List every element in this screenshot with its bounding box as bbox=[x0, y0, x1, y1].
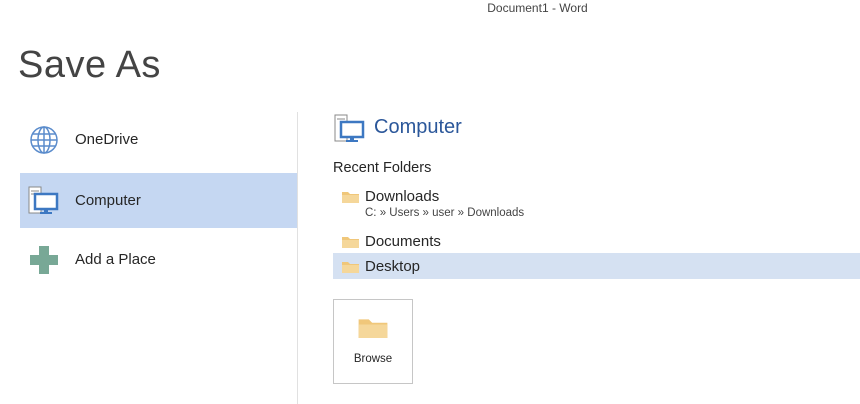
folder-icon bbox=[342, 236, 359, 248]
computer-icon bbox=[24, 181, 64, 221]
divider bbox=[297, 112, 298, 404]
globe-icon bbox=[24, 120, 64, 160]
nav-computer[interactable]: Computer bbox=[20, 173, 297, 228]
plus-icon bbox=[24, 240, 64, 280]
folder-name: Downloads bbox=[365, 187, 440, 205]
folder-desktop[interactable]: Desktop bbox=[333, 253, 860, 279]
folder-name: Documents bbox=[365, 232, 441, 250]
nav-label: OneDrive bbox=[75, 131, 139, 148]
folder-icon bbox=[342, 261, 359, 273]
recent-folders-label: Recent Folders bbox=[333, 160, 432, 176]
folder-path: C: » Users » user » Downloads bbox=[365, 207, 525, 219]
folder-icon bbox=[358, 319, 388, 338]
folder-icon bbox=[342, 191, 359, 203]
computer-icon bbox=[334, 114, 366, 149]
folder-documents[interactable]: Documents bbox=[333, 228, 860, 254]
nav-add-place[interactable]: Add a Place bbox=[20, 232, 297, 287]
folder-downloads[interactable]: Downloads bbox=[333, 183, 860, 209]
nav-onedrive[interactable]: OneDrive bbox=[20, 112, 297, 167]
browse-label: Browse bbox=[353, 353, 393, 365]
nav-label: Add a Place bbox=[75, 251, 156, 268]
folder-name: Desktop bbox=[365, 257, 421, 275]
nav-label: Computer bbox=[75, 192, 141, 209]
page-title: Save As bbox=[18, 44, 161, 86]
section-heading: Computer bbox=[374, 116, 462, 138]
window-title: Document1 - Word bbox=[487, 1, 588, 15]
browse-button[interactable]: Browse bbox=[333, 299, 413, 384]
